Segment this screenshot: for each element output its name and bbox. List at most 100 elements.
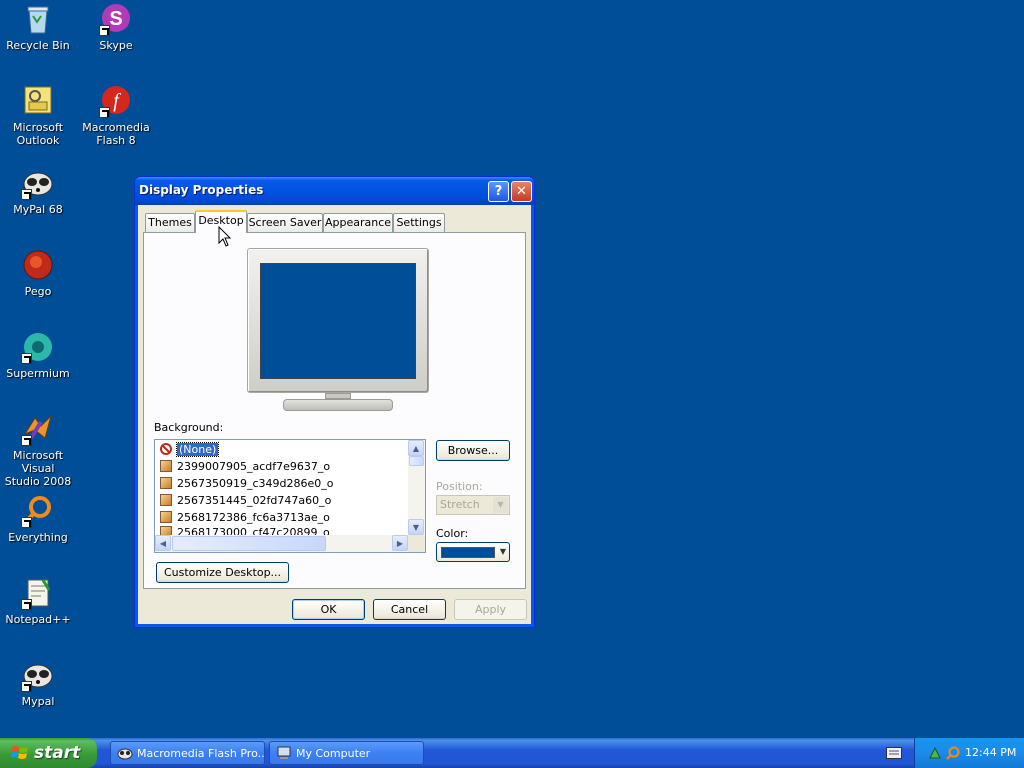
none-icon	[160, 443, 172, 455]
list-item[interactable]: 2568173000_cf47c20899_o	[160, 526, 330, 535]
close-button[interactable]: ✕	[511, 181, 532, 202]
taskbar-item-label: Macromedia Flash Pro...	[137, 746, 265, 760]
keyboard-icon[interactable]	[886, 747, 902, 759]
list-item[interactable]: (None)	[160, 441, 220, 458]
customize-desktop-label: Customize Desktop...	[163, 566, 282, 579]
vertical-scrollbar[interactable]: ▲ ▼	[408, 440, 425, 535]
list-item-label: 2567350919_c349d286e0_o	[177, 477, 334, 490]
desktop-icon-pego[interactable]: Pego	[0, 248, 78, 298]
scroll-up-icon[interactable]: ▲	[408, 440, 424, 456]
list-item[interactable]: 2567350919_c349d286e0_o	[160, 475, 334, 492]
search-icon[interactable]	[945, 745, 961, 761]
flash-icon	[117, 748, 133, 760]
desktop-icon-notepad-plus-plus[interactable]: Notepad++	[0, 576, 78, 626]
tab-settings[interactable]: Settings	[393, 213, 445, 232]
start-button[interactable]: start	[0, 738, 97, 768]
supermium-icon	[21, 330, 55, 364]
desktop-icon-skype[interactable]: S Skype	[76, 2, 156, 52]
dialog-titlebar[interactable]: Display Properties ? ✕	[135, 177, 534, 205]
background-list[interactable]: (None) 2399007905_acdf7e9637_o 256735091…	[154, 439, 426, 553]
notepad-plus-plus-icon	[21, 576, 55, 610]
image-file-icon	[160, 494, 172, 506]
network-icon[interactable]	[927, 745, 943, 761]
shortcut-arrow-icon	[21, 681, 32, 692]
list-item[interactable]: 2568172386_fc6a3713ae_o	[160, 509, 330, 526]
scroll-down-icon[interactable]: ▼	[408, 519, 424, 535]
list-item-label: 2568173000_cf47c20899_o	[177, 526, 330, 535]
svg-text:S: S	[109, 8, 122, 30]
list-item[interactable]: 2567351445_02fd747a60_o	[160, 492, 331, 509]
ok-button[interactable]: OK	[292, 599, 365, 620]
list-item[interactable]: 2399007905_acdf7e9637_o	[160, 458, 330, 475]
display-properties-dialog: Display Properties ? ✕ Themes Desktop Sc…	[134, 176, 535, 628]
desktop-icon-label: MyPal 68	[13, 203, 63, 216]
mypal-icon	[21, 658, 55, 692]
clock[interactable]: 12:44 PM	[965, 746, 1016, 759]
desktop-icon-recycle-bin[interactable]: Recycle Bin	[0, 2, 78, 52]
help-button[interactable]: ?	[488, 181, 509, 202]
taskbar-item-my-computer[interactable]: My Computer	[269, 741, 424, 765]
shortcut-arrow-icon	[99, 25, 110, 36]
tab-screen-saver[interactable]: Screen Saver	[247, 213, 323, 232]
everything-icon	[21, 494, 55, 528]
ok-button-label: OK	[320, 603, 337, 616]
image-file-icon	[160, 477, 172, 489]
desktop-icon-everything[interactable]: Everything	[0, 494, 78, 544]
scrollbar-corner	[408, 535, 425, 552]
taskbar-item-flash[interactable]: Macromedia Flash Pro...	[110, 741, 265, 765]
desktop-icon-mypal68[interactable]: MyPal 68	[0, 166, 78, 216]
monitor-bezel	[247, 248, 429, 393]
desktop-icon-visual-studio[interactable]: Microsoft Visual Studio 2008	[0, 412, 78, 488]
cancel-button-label: Cancel	[390, 603, 429, 616]
cancel-button[interactable]: Cancel	[373, 599, 446, 620]
shortcut-arrow-icon	[99, 107, 110, 118]
tab-label: Themes	[148, 216, 192, 229]
dialog-title: Display Properties	[139, 183, 264, 197]
chevron-down-icon: ▼	[499, 547, 506, 556]
scroll-thumb[interactable]	[409, 456, 424, 466]
desktop-tab-panel: Background: (None) 2399007905_acdf7e9637…	[143, 232, 526, 589]
shortcut-arrow-icon	[21, 435, 32, 446]
browse-button-label: Browse...	[447, 444, 499, 457]
shortcut-arrow-icon	[21, 517, 32, 528]
browse-button[interactable]: Browse...	[436, 440, 510, 461]
recycle-bin-icon	[21, 2, 55, 36]
apply-button[interactable]: Apply	[454, 599, 527, 620]
dialog-client-area: Themes Desktop Screen Saver Appearance S…	[139, 205, 530, 623]
desktop-icon-mypal[interactable]: Mypal	[0, 658, 78, 708]
mouse-cursor-icon	[218, 226, 232, 247]
color-picker-button[interactable]: ▼	[436, 542, 510, 562]
customize-desktop-button[interactable]: Customize Desktop...	[156, 562, 289, 583]
desktop-icon-flash[interactable]: f Macromedia Flash 8	[76, 84, 156, 147]
list-item-label: 2399007905_acdf7e9637_o	[177, 460, 331, 473]
list-item-label: 2568172386_fc6a3713ae_o	[177, 511, 330, 524]
scroll-thumb[interactable]	[172, 536, 326, 551]
desktop-icon-label: Macromedia Flash 8	[82, 121, 150, 147]
tab-themes[interactable]: Themes	[145, 213, 195, 232]
shortcut-arrow-icon	[21, 189, 32, 200]
monitor-stand	[283, 399, 393, 411]
visual-studio-icon	[21, 412, 55, 446]
desktop-icon-label: Microsoft Outlook	[12, 121, 64, 147]
desktop-icon-label: Recycle Bin	[6, 39, 70, 52]
position-select: Stretch ▼	[436, 495, 510, 515]
desktop-icon-outlook[interactable]: Microsoft Outlook	[0, 84, 78, 147]
desktop-icon-label: Supermium	[6, 367, 70, 380]
horizontal-scrollbar[interactable]: ◀ ▶	[155, 535, 408, 552]
tab-appearance[interactable]: Appearance	[323, 213, 393, 232]
scroll-left-icon[interactable]: ◀	[155, 535, 171, 551]
start-label: start	[34, 743, 81, 763]
desktop-icon-label: Skype	[99, 39, 133, 52]
taskbar-item-label: My Computer	[296, 746, 371, 760]
system-tray: 12:44 PM	[914, 738, 1024, 768]
desktop-icon-supermium[interactable]: Supermium	[0, 330, 78, 380]
skype-icon: S	[99, 2, 133, 36]
taskbar: start Macromedia Flash Pro... My Compute…	[0, 738, 1024, 768]
image-file-icon	[160, 460, 172, 472]
desktop-icon-label: Mypal	[21, 695, 55, 708]
pego-icon	[21, 248, 55, 282]
tab-label: Screen Saver	[248, 216, 322, 229]
desktop-icon-label: Pego	[24, 285, 52, 298]
scroll-right-icon[interactable]: ▶	[392, 535, 408, 551]
tab-label: Appearance	[324, 216, 392, 229]
